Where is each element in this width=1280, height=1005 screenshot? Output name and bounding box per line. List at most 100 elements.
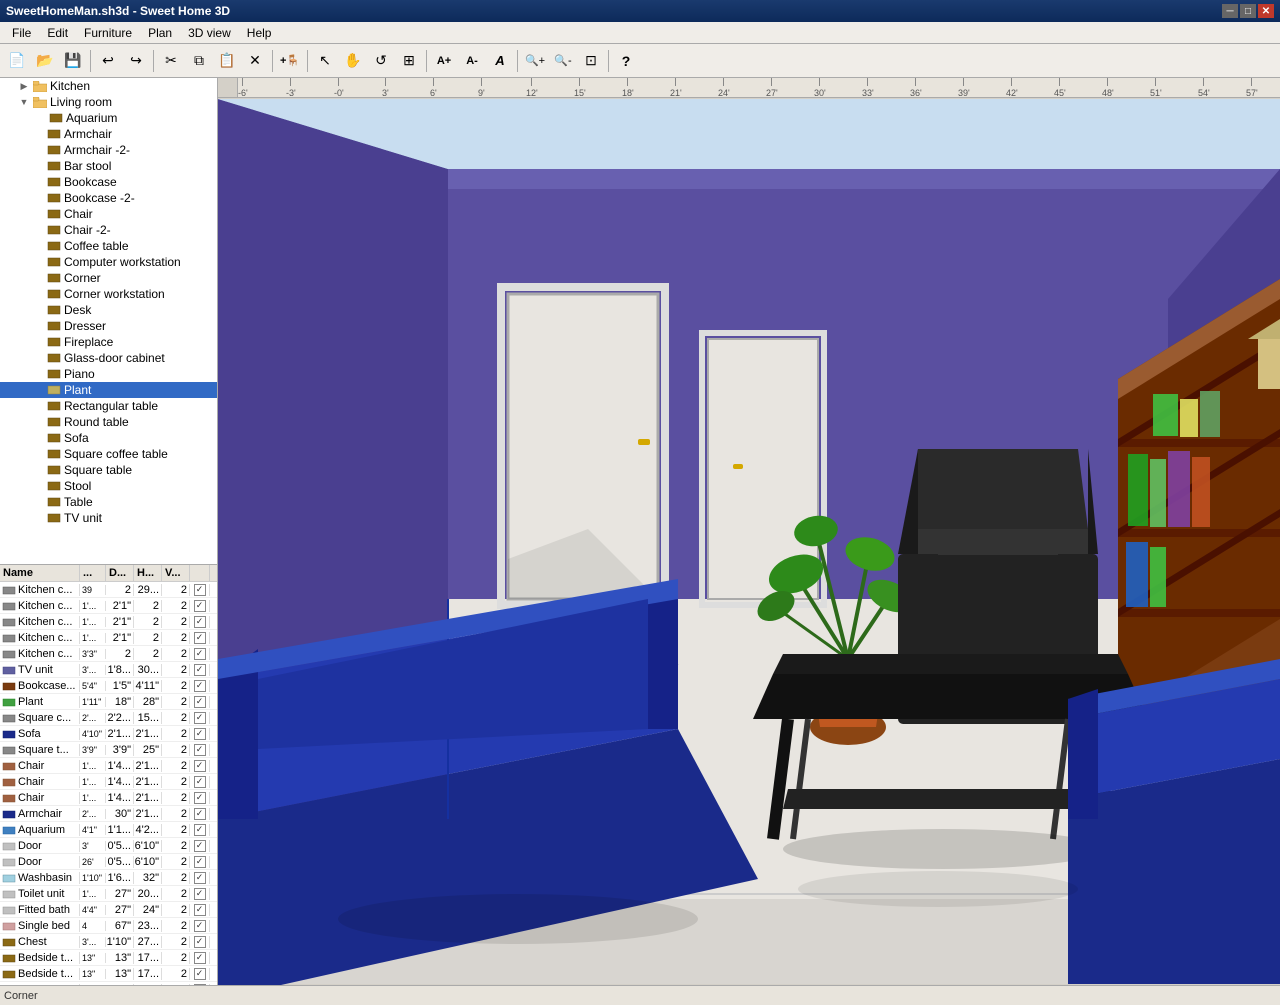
prop-row[interactable]: Kitchen c... 1'... 2'1" 2 2 — [0, 630, 217, 646]
visibility-checkbox[interactable] — [194, 744, 206, 756]
visibility-checkbox[interactable] — [194, 680, 206, 692]
prop-row[interactable]: Toilet unit 1'... 27" 20... 2 — [0, 886, 217, 902]
tree-item-fireplace[interactable]: Fireplace — [0, 334, 217, 350]
tree-item-stool[interactable]: Stool — [0, 478, 217, 494]
prop-row[interactable]: Door 26' 0'5... 6'10" 2 — [0, 854, 217, 870]
menu-edit[interactable]: Edit — [39, 24, 76, 42]
visibility-checkbox[interactable] — [194, 856, 206, 868]
visibility-checkbox[interactable] — [194, 792, 206, 804]
prop-row[interactable]: Kitchen c... 1'... 2'1" 2 2 — [0, 614, 217, 630]
zoom-in-button[interactable]: 🔍+ — [522, 48, 548, 74]
visibility-checkbox[interactable] — [194, 760, 206, 772]
prop-row[interactable]: Door 3' 0'5... 6'10" 2 — [0, 838, 217, 854]
menu-furniture[interactable]: Furniture — [76, 24, 140, 42]
tree-item-aquarium[interactable]: Aquarium — [0, 110, 217, 126]
visibility-checkbox[interactable] — [194, 632, 206, 644]
tree-item-rectTable[interactable]: Rectangular table — [0, 398, 217, 414]
fit-button[interactable]: ⊡ — [578, 48, 604, 74]
visibility-checkbox[interactable] — [194, 936, 206, 948]
tree-item-livingroom[interactable]: ▼ Living room — [0, 94, 217, 110]
visibility-checkbox[interactable] — [194, 920, 206, 932]
prop-row[interactable]: Chair 1'... 1'4... 2'1... 2 — [0, 774, 217, 790]
redo-button[interactable]: ↪ — [123, 48, 149, 74]
col-h[interactable]: H... — [134, 565, 162, 581]
prop-row[interactable]: Square c... 2'... 2'2... 15... 2 — [0, 710, 217, 726]
col-dots[interactable]: ... — [80, 565, 106, 581]
add-furniture-button[interactable]: +🪑 — [277, 48, 303, 74]
tree-item-coffeetable[interactable]: Coffee table — [0, 238, 217, 254]
open-button[interactable]: 📂 — [32, 48, 58, 74]
tree-item-tableitem[interactable]: Table — [0, 494, 217, 510]
tree-item-piano[interactable]: Piano — [0, 366, 217, 382]
tree-item-chair2[interactable]: Chair -2- — [0, 222, 217, 238]
visibility-checkbox[interactable] — [194, 968, 206, 980]
col-d[interactable]: D... — [106, 565, 134, 581]
prop-row[interactable]: Armchair 2'... 30" 2'1... 2 — [0, 806, 217, 822]
col-name[interactable]: Name — [0, 565, 80, 581]
menu-file[interactable]: File — [4, 24, 39, 42]
prop-row[interactable]: TV unit 3'... 1'8... 30... 2 — [0, 662, 217, 678]
tree-item-desk[interactable]: Desk — [0, 302, 217, 318]
copy-button[interactable]: ⧉ — [186, 48, 212, 74]
help-button[interactable]: ? — [613, 48, 639, 74]
new-button[interactable]: 📄 — [4, 48, 30, 74]
prop-row[interactable]: Chest 3'... 1'10" 27... 2 — [0, 934, 217, 950]
menu-plan[interactable]: Plan — [140, 24, 180, 42]
tree-item-roundtable[interactable]: Round table — [0, 414, 217, 430]
visibility-checkbox[interactable] — [194, 840, 206, 852]
visibility-checkbox[interactable] — [194, 584, 206, 596]
select-button[interactable]: ↖ — [312, 48, 338, 74]
prop-row[interactable]: Kitchen c... 39 2 29... 2 — [0, 582, 217, 598]
visibility-checkbox[interactable] — [194, 888, 206, 900]
zoom-out-button[interactable]: 🔍- — [550, 48, 576, 74]
prop-row[interactable]: Chair 1'... 1'4... 2'1... 2 — [0, 758, 217, 774]
prop-row[interactable]: Sofa 4'10" 2'1... 2'1... 2 — [0, 726, 217, 742]
furniture-tree[interactable]: ▶ Kitchen ▼ Living room Aquarium — [0, 78, 217, 565]
tree-item-sqcoffee[interactable]: Square coffee table — [0, 446, 217, 462]
paste-button[interactable]: 📋 — [214, 48, 240, 74]
tree-item-kitchen[interactable]: ▶ Kitchen — [0, 78, 217, 94]
prop-row[interactable]: Bookcase... 5'4" 1'5" 4'11" 2 — [0, 678, 217, 694]
tree-item-plant[interactable]: Plant — [0, 382, 217, 398]
tree-item-bookcase2[interactable]: Bookcase -2- — [0, 190, 217, 206]
undo-button[interactable]: ↩ — [95, 48, 121, 74]
rotate-view-button[interactable]: ↺ — [368, 48, 394, 74]
3d-scene[interactable] — [218, 98, 1280, 985]
maximize-button[interactable]: □ — [1240, 4, 1256, 18]
tree-item-cornerws[interactable]: Corner workstation — [0, 286, 217, 302]
tree-item-barstool[interactable]: Bar stool — [0, 158, 217, 174]
prop-row[interactable]: Kitchen c... 3'3" 2 2 2 — [0, 646, 217, 662]
close-button[interactable]: ✕ — [1258, 4, 1274, 18]
tree-item-computerws[interactable]: Computer workstation — [0, 254, 217, 270]
text-smaller-button[interactable]: A- — [459, 48, 485, 74]
prop-row[interactable]: Kitchen c... 1'... 2'1" 2 2 — [0, 598, 217, 614]
tree-item-sqtable[interactable]: Square table — [0, 462, 217, 478]
visibility-checkbox[interactable] — [194, 712, 206, 724]
tree-item-armchair2[interactable]: Armchair -2- — [0, 142, 217, 158]
tree-item-bookcase[interactable]: Bookcase — [0, 174, 217, 190]
duplicate-button[interactable]: ⊞ — [396, 48, 422, 74]
visibility-checkbox[interactable] — [194, 872, 206, 884]
cut-button[interactable]: ✂ — [158, 48, 184, 74]
prop-row[interactable]: Chair 1'... 1'4... 2'1... 2 — [0, 790, 217, 806]
menu-3dview[interactable]: 3D view — [180, 24, 239, 42]
text-style-button[interactable]: A — [487, 48, 513, 74]
visibility-checkbox[interactable] — [194, 952, 206, 964]
save-button[interactable]: 💾 — [60, 48, 86, 74]
prop-row[interactable]: Bedside t... 13" 13" 17... 2 — [0, 966, 217, 982]
visibility-checkbox[interactable] — [194, 904, 206, 916]
visibility-checkbox[interactable] — [194, 616, 206, 628]
minimize-button[interactable]: ─ — [1222, 4, 1238, 18]
menu-help[interactable]: Help — [239, 24, 280, 42]
col-v[interactable]: V... — [162, 565, 190, 581]
visibility-checkbox[interactable] — [194, 728, 206, 740]
visibility-checkbox[interactable] — [194, 648, 206, 660]
tree-item-chair[interactable]: Chair — [0, 206, 217, 222]
prop-row[interactable]: Square t... 3'9" 3'9" 25" 2 — [0, 742, 217, 758]
delete-button[interactable]: ✕ — [242, 48, 268, 74]
tree-item-dresser[interactable]: Dresser — [0, 318, 217, 334]
prop-row[interactable]: Aquarium 4'1" 1'1... 4'2... 2 — [0, 822, 217, 838]
tree-item-glassdoor[interactable]: Glass-door cabinet — [0, 350, 217, 366]
visibility-checkbox[interactable] — [194, 776, 206, 788]
tree-item-sofa[interactable]: Sofa — [0, 430, 217, 446]
